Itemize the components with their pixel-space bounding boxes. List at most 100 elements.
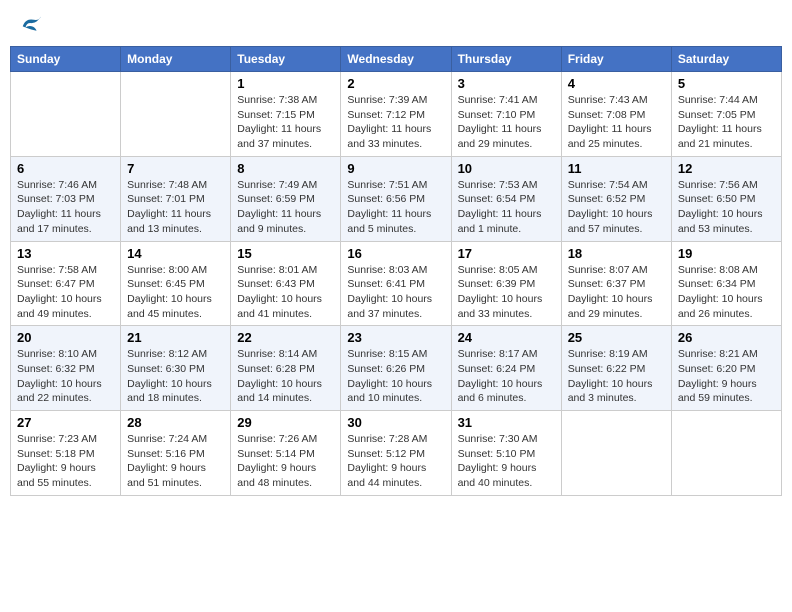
day-info: Sunrise: 7:39 AM Sunset: 7:12 PM Dayligh… <box>347 93 444 152</box>
calendar-cell: 6 Sunrise: 7:46 AM Sunset: 7:03 PM Daylig… <box>11 156 121 241</box>
calendar-cell: 13 Sunrise: 7:58 AM Sunset: 6:47 PM Dayli… <box>11 241 121 326</box>
day-info: Sunrise: 7:26 AM Sunset: 5:14 PM Dayligh… <box>237 432 334 491</box>
day-info: Sunrise: 8:03 AM Sunset: 6:41 PM Dayligh… <box>347 263 444 322</box>
calendar-cell: 30 Sunrise: 7:28 AM Sunset: 5:12 PM Dayli… <box>341 411 451 496</box>
calendar-cell <box>121 72 231 157</box>
day-info: Sunrise: 8:15 AM Sunset: 6:26 PM Dayligh… <box>347 347 444 406</box>
calendar-cell: 14 Sunrise: 8:00 AM Sunset: 6:45 PM Dayli… <box>121 241 231 326</box>
day-number: 26 <box>678 330 775 345</box>
day-info: Sunrise: 8:05 AM Sunset: 6:39 PM Dayligh… <box>458 263 555 322</box>
weekday-header-sunday: Sunday <box>11 47 121 72</box>
logo-bird-icon <box>20 14 42 36</box>
day-info: Sunrise: 8:19 AM Sunset: 6:22 PM Dayligh… <box>568 347 665 406</box>
calendar-cell: 20 Sunrise: 8:10 AM Sunset: 6:32 PM Dayli… <box>11 326 121 411</box>
calendar-cell: 11 Sunrise: 7:54 AM Sunset: 6:52 PM Dayli… <box>561 156 671 241</box>
day-number: 15 <box>237 246 334 261</box>
day-info: Sunrise: 7:53 AM Sunset: 6:54 PM Dayligh… <box>458 178 555 237</box>
day-number: 29 <box>237 415 334 430</box>
day-info: Sunrise: 7:46 AM Sunset: 7:03 PM Dayligh… <box>17 178 114 237</box>
day-number: 20 <box>17 330 114 345</box>
calendar-cell: 4Sunrise: 7:43 AM Sunset: 7:08 PM Daylig… <box>561 72 671 157</box>
logo <box>18 14 42 36</box>
day-info: Sunrise: 8:08 AM Sunset: 6:34 PM Dayligh… <box>678 263 775 322</box>
day-info: Sunrise: 8:17 AM Sunset: 6:24 PM Dayligh… <box>458 347 555 406</box>
day-info: Sunrise: 7:24 AM Sunset: 5:16 PM Dayligh… <box>127 432 224 491</box>
day-info: Sunrise: 8:00 AM Sunset: 6:45 PM Dayligh… <box>127 263 224 322</box>
day-number: 14 <box>127 246 224 261</box>
weekday-header-wednesday: Wednesday <box>341 47 451 72</box>
day-info: Sunrise: 7:48 AM Sunset: 7:01 PM Dayligh… <box>127 178 224 237</box>
calendar-week-5: 27Sunrise: 7:23 AM Sunset: 5:18 PM Dayli… <box>11 411 782 496</box>
day-number: 9 <box>347 161 444 176</box>
day-info: Sunrise: 8:21 AM Sunset: 6:20 PM Dayligh… <box>678 347 775 406</box>
day-number: 10 <box>458 161 555 176</box>
day-info: Sunrise: 8:07 AM Sunset: 6:37 PM Dayligh… <box>568 263 665 322</box>
day-number: 21 <box>127 330 224 345</box>
calendar-cell: 28 Sunrise: 7:24 AM Sunset: 5:16 PM Dayli… <box>121 411 231 496</box>
calendar-cell: 2 Sunrise: 7:39 AM Sunset: 7:12 PM Daylig… <box>341 72 451 157</box>
day-number: 8 <box>237 161 334 176</box>
calendar-cell <box>561 411 671 496</box>
day-number: 28 <box>127 415 224 430</box>
calendar-cell: 19 Sunrise: 8:08 AM Sunset: 6:34 PM Dayli… <box>671 241 781 326</box>
calendar-cell: 22 Sunrise: 8:14 AM Sunset: 6:28 PM Dayli… <box>231 326 341 411</box>
calendar-cell: 27Sunrise: 7:23 AM Sunset: 5:18 PM Dayli… <box>11 411 121 496</box>
day-info: Sunrise: 7:51 AM Sunset: 6:56 PM Dayligh… <box>347 178 444 237</box>
calendar-week-4: 20 Sunrise: 8:10 AM Sunset: 6:32 PM Dayli… <box>11 326 782 411</box>
calendar-cell: 31 Sunrise: 7:30 AM Sunset: 5:10 PM Dayli… <box>451 411 561 496</box>
day-info: Sunrise: 7:41 AM Sunset: 7:10 PM Dayligh… <box>458 93 555 152</box>
day-info: Sunrise: 8:12 AM Sunset: 6:30 PM Dayligh… <box>127 347 224 406</box>
day-info: Sunrise: 7:49 AM Sunset: 6:59 PM Dayligh… <box>237 178 334 237</box>
day-info: Sunrise: 8:14 AM Sunset: 6:28 PM Dayligh… <box>237 347 334 406</box>
weekday-header-friday: Friday <box>561 47 671 72</box>
calendar-cell <box>11 72 121 157</box>
day-number: 11 <box>568 161 665 176</box>
calendar-cell <box>671 411 781 496</box>
calendar-week-1: 1Sunrise: 7:38 AM Sunset: 7:15 PM Daylig… <box>11 72 782 157</box>
day-number: 7 <box>127 161 224 176</box>
day-number: 5 <box>678 76 775 91</box>
calendar-cell: 24Sunrise: 8:17 AM Sunset: 6:24 PM Dayli… <box>451 326 561 411</box>
day-number: 12 <box>678 161 775 176</box>
weekday-header-saturday: Saturday <box>671 47 781 72</box>
calendar-week-2: 6 Sunrise: 7:46 AM Sunset: 7:03 PM Daylig… <box>11 156 782 241</box>
calendar-cell: 3 Sunrise: 7:41 AM Sunset: 7:10 PM Daylig… <box>451 72 561 157</box>
calendar-cell: 17 Sunrise: 8:05 AM Sunset: 6:39 PM Dayli… <box>451 241 561 326</box>
day-number: 22 <box>237 330 334 345</box>
day-number: 17 <box>458 246 555 261</box>
calendar-week-3: 13 Sunrise: 7:58 AM Sunset: 6:47 PM Dayli… <box>11 241 782 326</box>
day-info: Sunrise: 8:01 AM Sunset: 6:43 PM Dayligh… <box>237 263 334 322</box>
day-number: 30 <box>347 415 444 430</box>
weekday-header-row: SundayMondayTuesdayWednesdayThursdayFrid… <box>11 47 782 72</box>
day-info: Sunrise: 7:56 AM Sunset: 6:50 PM Dayligh… <box>678 178 775 237</box>
weekday-header-monday: Monday <box>121 47 231 72</box>
day-number: 25 <box>568 330 665 345</box>
day-info: Sunrise: 7:54 AM Sunset: 6:52 PM Dayligh… <box>568 178 665 237</box>
day-info: Sunrise: 7:23 AM Sunset: 5:18 PM Dayligh… <box>17 432 114 491</box>
calendar-cell: 8 Sunrise: 7:49 AM Sunset: 6:59 PM Daylig… <box>231 156 341 241</box>
day-info: Sunrise: 7:58 AM Sunset: 6:47 PM Dayligh… <box>17 263 114 322</box>
calendar-cell: 21 Sunrise: 8:12 AM Sunset: 6:30 PM Dayli… <box>121 326 231 411</box>
day-number: 13 <box>17 246 114 261</box>
calendar-cell: 26 Sunrise: 8:21 AM Sunset: 6:20 PM Dayli… <box>671 326 781 411</box>
page-header <box>10 10 782 40</box>
calendar-cell: 5Sunrise: 7:44 AM Sunset: 7:05 PM Daylig… <box>671 72 781 157</box>
day-number: 3 <box>458 76 555 91</box>
day-number: 6 <box>17 161 114 176</box>
calendar-cell: 9 Sunrise: 7:51 AM Sunset: 6:56 PM Daylig… <box>341 156 451 241</box>
calendar-cell: 25 Sunrise: 8:19 AM Sunset: 6:22 PM Dayli… <box>561 326 671 411</box>
calendar-cell: 15 Sunrise: 8:01 AM Sunset: 6:43 PM Dayli… <box>231 241 341 326</box>
calendar-cell: 12 Sunrise: 7:56 AM Sunset: 6:50 PM Dayli… <box>671 156 781 241</box>
day-number: 31 <box>458 415 555 430</box>
day-number: 23 <box>347 330 444 345</box>
day-info: Sunrise: 7:28 AM Sunset: 5:12 PM Dayligh… <box>347 432 444 491</box>
calendar-table: SundayMondayTuesdayWednesdayThursdayFrid… <box>10 46 782 496</box>
day-info: Sunrise: 7:30 AM Sunset: 5:10 PM Dayligh… <box>458 432 555 491</box>
day-info: Sunrise: 8:10 AM Sunset: 6:32 PM Dayligh… <box>17 347 114 406</box>
day-number: 2 <box>347 76 444 91</box>
calendar-cell: 1Sunrise: 7:38 AM Sunset: 7:15 PM Daylig… <box>231 72 341 157</box>
day-number: 19 <box>678 246 775 261</box>
calendar-cell: 29 Sunrise: 7:26 AM Sunset: 5:14 PM Dayli… <box>231 411 341 496</box>
calendar-cell: 18Sunrise: 8:07 AM Sunset: 6:37 PM Dayli… <box>561 241 671 326</box>
weekday-header-tuesday: Tuesday <box>231 47 341 72</box>
